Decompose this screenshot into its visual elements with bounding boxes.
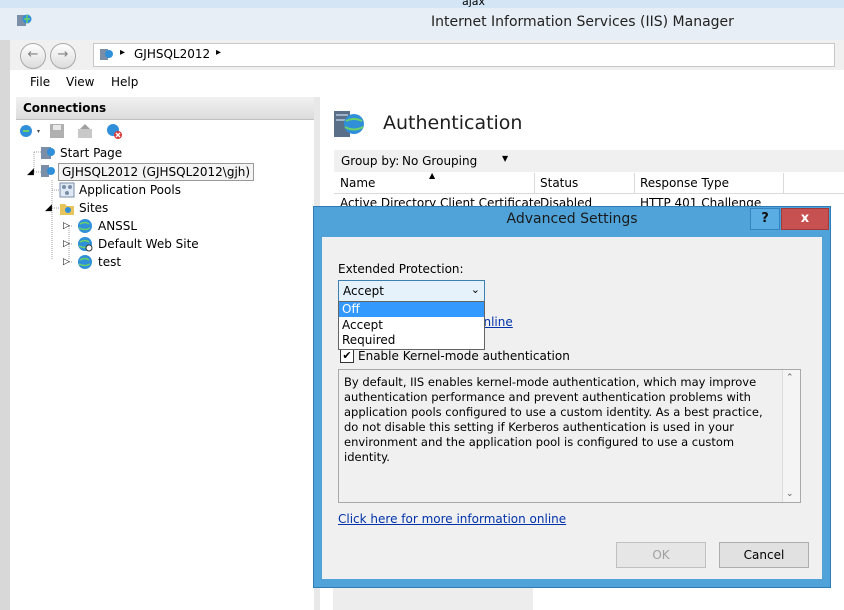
up-level-icon[interactable] (77, 123, 93, 139)
group-by-dropdown[interactable]: No Grouping (402, 154, 477, 168)
address-field[interactable]: ▸ GJHSQL2012 ▸ (93, 43, 835, 67)
dialog-body: Extended Protection: Accept ⌄ ation onli… (322, 237, 822, 579)
selected-value: Accept (343, 284, 384, 298)
authentication-feature-icon (334, 111, 364, 137)
extended-protection-select[interactable]: Accept ⌄ (338, 280, 485, 303)
column-name[interactable]: Name (340, 176, 375, 190)
column-separator[interactable] (783, 173, 784, 193)
left-window-edge (0, 40, 10, 610)
description-text: By default, IIS enables kernel-mode auth… (344, 375, 763, 464)
server-icon (100, 49, 113, 60)
scroll-down-icon[interactable]: ⌄ (786, 489, 794, 499)
tree-application-pools[interactable]: Application Pools (79, 183, 181, 197)
tree-site-test[interactable]: test (98, 255, 121, 269)
connections-toolbar (16, 120, 314, 140)
more-info-link[interactable]: Click here for more information online (338, 512, 566, 526)
menu-bar: File View Help (10, 70, 844, 94)
sites-folder-icon (60, 204, 74, 215)
tree-site-default[interactable]: Default Web Site (98, 237, 199, 251)
column-status[interactable]: Status (540, 176, 578, 190)
start-page-icon (41, 147, 55, 159)
site-globe-icon (78, 219, 92, 233)
menu-help[interactable]: Help (111, 75, 138, 89)
expand-arrow-site1-icon[interactable]: ▷ (63, 221, 70, 231)
cancel-button[interactable]: Cancel (719, 542, 809, 568)
tree-start-page[interactable]: Start Page (60, 146, 122, 160)
server-node-icon (41, 165, 55, 177)
toolbar-text: ajax (462, 0, 486, 8)
menu-view[interactable]: View (66, 75, 94, 89)
description-box[interactable]: By default, IIS enables kernel-mode auth… (338, 369, 801, 503)
help-button[interactable]: ? (750, 208, 780, 230)
path-arrow-trail[interactable]: ▸ (216, 47, 221, 58)
group-by-label: Group by: (341, 154, 400, 168)
column-separator[interactable] (534, 173, 535, 193)
disconnect-icon[interactable] (106, 123, 122, 139)
tree-site-anssl[interactable]: ANSSL (98, 219, 137, 233)
back-button[interactable]: ← (20, 43, 46, 69)
kernel-mode-checkbox[interactable]: ✔ (340, 349, 354, 363)
pane-background (333, 586, 533, 610)
column-separator[interactable] (634, 173, 635, 193)
iis-app-icon (17, 14, 32, 26)
tree-server[interactable]: GJHSQL2012 (GJHSQL2012\gjh) (58, 163, 255, 181)
extended-protection-options: Off Accept Required (338, 301, 485, 350)
address-bar: ← → ▸ GJHSQL2012 ▸ (10, 40, 844, 71)
back-arrow-icon: ← (27, 47, 39, 62)
column-response-type[interactable]: Response Type (640, 176, 729, 190)
address-server[interactable]: GJHSQL2012 (134, 47, 210, 61)
expand-arrow-site3-icon[interactable]: ▷ (63, 257, 70, 267)
connections-header: Connections (16, 97, 314, 120)
extended-protection-label: Extended Protection: (338, 262, 464, 276)
option-required[interactable]: Required (339, 333, 484, 348)
chevron-down-icon: ⌄ (470, 283, 480, 296)
sort-asc-icon: ▲ (429, 171, 436, 180)
expand-arrow-server-icon[interactable]: ◢ (27, 167, 34, 177)
connect-icon[interactable] (19, 123, 43, 139)
path-arrow-root: ▸ (120, 47, 126, 58)
advanced-settings-dialog: Advanced Settings ? x Extended Protectio… (313, 206, 831, 588)
description-scrollbar[interactable]: ⌃ ⌄ (782, 370, 800, 502)
close-icon: x (800, 211, 810, 226)
option-off[interactable]: Off (339, 302, 484, 317)
menu-file[interactable]: File (30, 75, 50, 89)
title-bar: Internet Information Services (IIS) Mana… (0, 8, 844, 40)
close-button[interactable]: x (781, 208, 829, 230)
forward-arrow-icon: → (57, 47, 69, 62)
window-title: Internet Information Services (IIS) Mana… (431, 14, 734, 30)
site-globe-icon (78, 237, 93, 252)
expand-arrow-site2-icon[interactable]: ▷ (63, 239, 70, 249)
site-globe-icon (78, 255, 92, 269)
application-pools-icon (59, 182, 75, 198)
forward-button[interactable]: → (50, 43, 76, 69)
save-icon[interactable] (49, 123, 65, 139)
group-by-bar: Group by: No Grouping ▼ (334, 150, 844, 172)
ok-button[interactable]: OK (616, 542, 706, 568)
kernel-mode-label: Enable Kernel-mode authentication (358, 349, 570, 363)
checkmark-icon: ✔ (342, 349, 352, 362)
tree-sites[interactable]: Sites (79, 201, 108, 215)
page-title: Authentication (383, 112, 523, 134)
dropdown-arrow-icon[interactable]: ▼ (502, 154, 508, 163)
connections-title: Connections (23, 101, 107, 115)
scroll-up-icon[interactable]: ⌃ (786, 373, 794, 383)
expand-arrow-sites-icon[interactable]: ◢ (45, 203, 52, 213)
option-accept[interactable]: Accept (339, 318, 484, 333)
connections-pane: Connections Start Page ◢ GJHSQL2012 (GJH… (16, 97, 315, 610)
list-header: Name ▲ Status Response Type (334, 171, 844, 194)
